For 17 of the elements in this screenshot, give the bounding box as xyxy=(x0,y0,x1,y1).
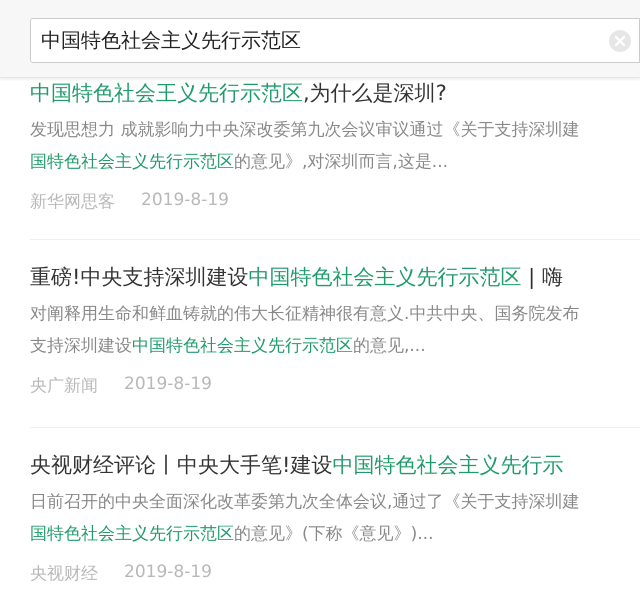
result-source: 新华网思客 xyxy=(30,191,115,213)
result-snippet: 国特色社会主义先行示范区的意见》(下称《意见》)... xyxy=(30,523,434,546)
search-field[interactable]: 中国特色社会主义先行示范区 xyxy=(30,18,640,63)
result-date: 2019-8-19 xyxy=(124,562,212,584)
result-title[interactable]: 重磅!中央支持深圳建设中国特色社会主义先行示范区 | 嗨 xyxy=(30,262,640,292)
result-source: 央广新闻 xyxy=(30,375,98,397)
result-source: 央视财经 xyxy=(30,563,98,585)
result-snippet: 发现思想力 成就影响力中央深改委第九次会议审议通过《关于支持深圳建 xyxy=(30,119,580,142)
result-title[interactable]: 央视财经评论丨中央大手笔!建设中国特色社会主义先行示 xyxy=(30,450,640,480)
result-date: 2019-8-19 xyxy=(141,190,229,212)
result-snippet: 对阐释用生命和鲜血铸就的伟大长征精神很有意义.中共中央、国务院发布 xyxy=(30,303,580,326)
result-snippet: 支持深圳建设中国特色社会主义先行示范区的意见,... xyxy=(30,335,427,358)
result-date: 2019-8-19 xyxy=(124,374,212,396)
result-snippet: 日前召开的中央全面深化改革委第九次全体会议,通过了《关于支持深圳建 xyxy=(30,491,580,514)
clear-icon[interactable] xyxy=(609,30,631,52)
result-title[interactable]: 中国特色社会王义先行示范区,为什么是深圳? xyxy=(30,78,640,108)
result-snippet: 国特色社会主义先行示范区的意见》,对深圳而言,这是... xyxy=(30,151,450,174)
